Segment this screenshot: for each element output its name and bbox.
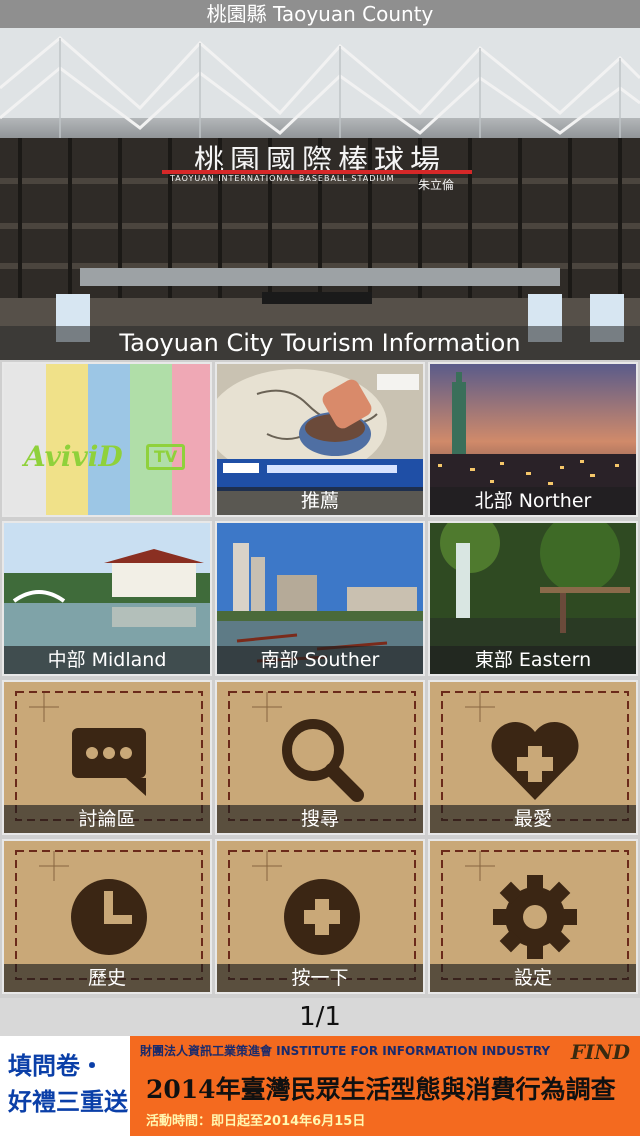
tile-label: 東部 Eastern <box>430 646 636 674</box>
hero-caption: Taoyuan City Tourism Information <box>0 326 640 360</box>
menu-grid: AviviD TV 推薦 北部 Norther 中部 Midland 南部 So… <box>0 360 640 998</box>
tv-badge: TV <box>146 444 186 470</box>
tile-label: 南部 Souther <box>217 646 423 674</box>
tile-label: 中部 Midland <box>4 646 210 674</box>
tile-label: 討論區 <box>4 805 210 833</box>
ad-left-panel: 填問卷・ 好禮三重送 <box>0 1036 130 1136</box>
page-indicator: 1/1 <box>299 1002 341 1032</box>
ad-date: 活動時間：即日起至2014年6月15日 <box>146 1114 366 1129</box>
tile-search[interactable]: 搜尋 <box>215 680 425 835</box>
ad-brand-logo: FIND <box>570 1040 630 1064</box>
tile-label: 推薦 <box>217 487 423 515</box>
tile-south[interactable]: 南部 Souther <box>215 521 425 676</box>
tile-history[interactable]: 歷史 <box>2 839 212 994</box>
tile-east[interactable]: 東部 Eastern <box>428 521 638 676</box>
app-title-bar: 桃園縣 Taoyuan County <box>0 0 640 28</box>
tile-midland[interactable]: 中部 Midland <box>2 521 212 676</box>
tile-label: 按一下 <box>217 964 423 992</box>
stadium-sign-author: 朱立倫 <box>418 178 455 192</box>
tile-forum[interactable]: 討論區 <box>2 680 212 835</box>
tile-settings[interactable]: 設定 <box>428 839 638 994</box>
stadium-photo <box>0 28 640 360</box>
app-title: 桃園縣 Taoyuan County <box>206 2 434 26</box>
tile-aviivid-tv[interactable]: AviviD TV <box>2 362 212 517</box>
tile-label: 歷史 <box>4 964 210 992</box>
tile-north[interactable]: 北部 Norther <box>428 362 638 517</box>
ad-left-line1: 填問卷・ <box>8 1051 104 1080</box>
ad-title: 2014年臺灣民眾生活型態與消費行為調查 <box>146 1075 616 1104</box>
ad-banner[interactable]: 填問卷・ 好禮三重送 財團法人資訊工業策進會 INSTITUTE FOR INF… <box>0 1036 640 1136</box>
ad-organization: 財團法人資訊工業策進會 INSTITUTE FOR INFORMATION IN… <box>140 1044 551 1058</box>
tile-favorite[interactable]: 最愛 <box>428 680 638 835</box>
stadium-sign-english: TAOYUAN INTERNATIONAL BASEBALL STADIUM <box>170 174 395 183</box>
ad-left-line2: 好禮三重送 <box>8 1087 128 1116</box>
tile-label: 設定 <box>430 964 636 992</box>
tile-label: 最愛 <box>430 805 636 833</box>
tile-recommend[interactable]: 推薦 <box>215 362 425 517</box>
hero-banner[interactable]: 桃園國際棒球場 TAOYUAN INTERNATIONAL BASEBALL S… <box>0 28 640 360</box>
tile-label: 北部 Norther <box>430 487 636 515</box>
aviivid-logo: AviviD <box>24 440 123 473</box>
tile-press[interactable]: 按一下 <box>215 839 425 994</box>
tile-label: 搜尋 <box>217 805 423 833</box>
